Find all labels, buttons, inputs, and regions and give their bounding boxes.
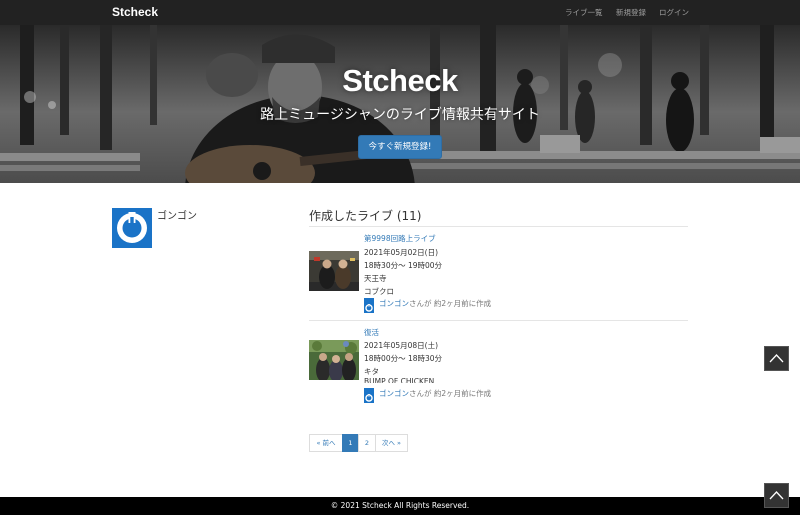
creator-suffix: さんが 約2ヶ月前に作成 — [409, 299, 492, 308]
navbar: Stcheck ライブ一覧 新規登録 ログイン — [0, 0, 800, 25]
pagination-next[interactable]: 次へ » — [375, 434, 408, 452]
hero-subtitle: 路上ミュージシャンのライブ情報共有サイト — [260, 107, 540, 123]
footer: © 2021 Stcheck All Rights Reserved. — [0, 497, 800, 515]
live-date: 2021年05月02日(日) — [364, 248, 439, 257]
brand-logo[interactable]: Stcheck — [112, 5, 158, 19]
chevron-up-icon — [769, 354, 784, 363]
created-lives-heading: 作成したライブ (11) — [309, 209, 422, 223]
pagination-page-1[interactable]: 1 — [342, 434, 359, 452]
live-title-link[interactable]: 復活 — [364, 327, 379, 338]
pagination-prev[interactable]: « 前へ — [309, 434, 343, 452]
scroll-top-button[interactable] — [764, 346, 789, 371]
creator-name-link[interactable]: ゴンゴン — [379, 389, 409, 398]
power-icon — [364, 393, 374, 403]
creator-avatar[interactable] — [364, 388, 374, 403]
user-name: ゴンゴン — [157, 211, 197, 222]
live-time: 18時00分〜 18時30分 — [364, 354, 443, 363]
pagination-page-2[interactable]: 2 — [358, 434, 376, 452]
live-date: 2021年05月08日(土) — [364, 341, 439, 350]
live-artist: コブクロ — [364, 287, 394, 296]
scroll-top-button[interactable] — [764, 483, 789, 508]
nav-login[interactable]: ログイン — [659, 7, 689, 18]
hero-title: Stcheck — [342, 63, 458, 98]
creator-avatar[interactable] — [364, 298, 374, 313]
divider — [309, 320, 688, 321]
power-icon — [112, 208, 152, 248]
creator-name-link[interactable]: ゴンゴン — [379, 299, 409, 308]
user-avatar — [112, 208, 152, 248]
creator-info: ゴンゴンさんが 約2ヶ月前に作成 — [379, 298, 491, 309]
divider — [309, 226, 688, 227]
live-artist: BUMP OF CHICKEN — [364, 377, 435, 383]
creator-info: ゴンゴンさんが 約2ヶ月前に作成 — [379, 388, 491, 399]
copyright-text: © 2021 Stcheck All Rights Reserved. — [330, 501, 470, 510]
chevron-up-icon — [769, 491, 784, 500]
live-thumbnail[interactable] — [309, 340, 359, 380]
live-place: 天王寺 — [364, 274, 387, 283]
live-title-link[interactable]: 第9998回路上ライブ — [364, 233, 436, 244]
nav-live-list[interactable]: ライブ一覧 — [565, 7, 603, 18]
creator-suffix: さんが 約2ヶ月前に作成 — [409, 389, 492, 398]
live-time: 18時30分〜 19時00分 — [364, 261, 443, 270]
hero-banner: Stcheck 路上ミュージシャンのライブ情報共有サイト 今すぐ新規登録! — [0, 25, 800, 183]
signup-now-button[interactable]: 今すぐ新規登録! — [358, 135, 442, 159]
nav-signup[interactable]: 新規登録 — [616, 7, 646, 18]
live-thumbnail[interactable] — [309, 251, 359, 291]
power-icon — [364, 303, 374, 313]
